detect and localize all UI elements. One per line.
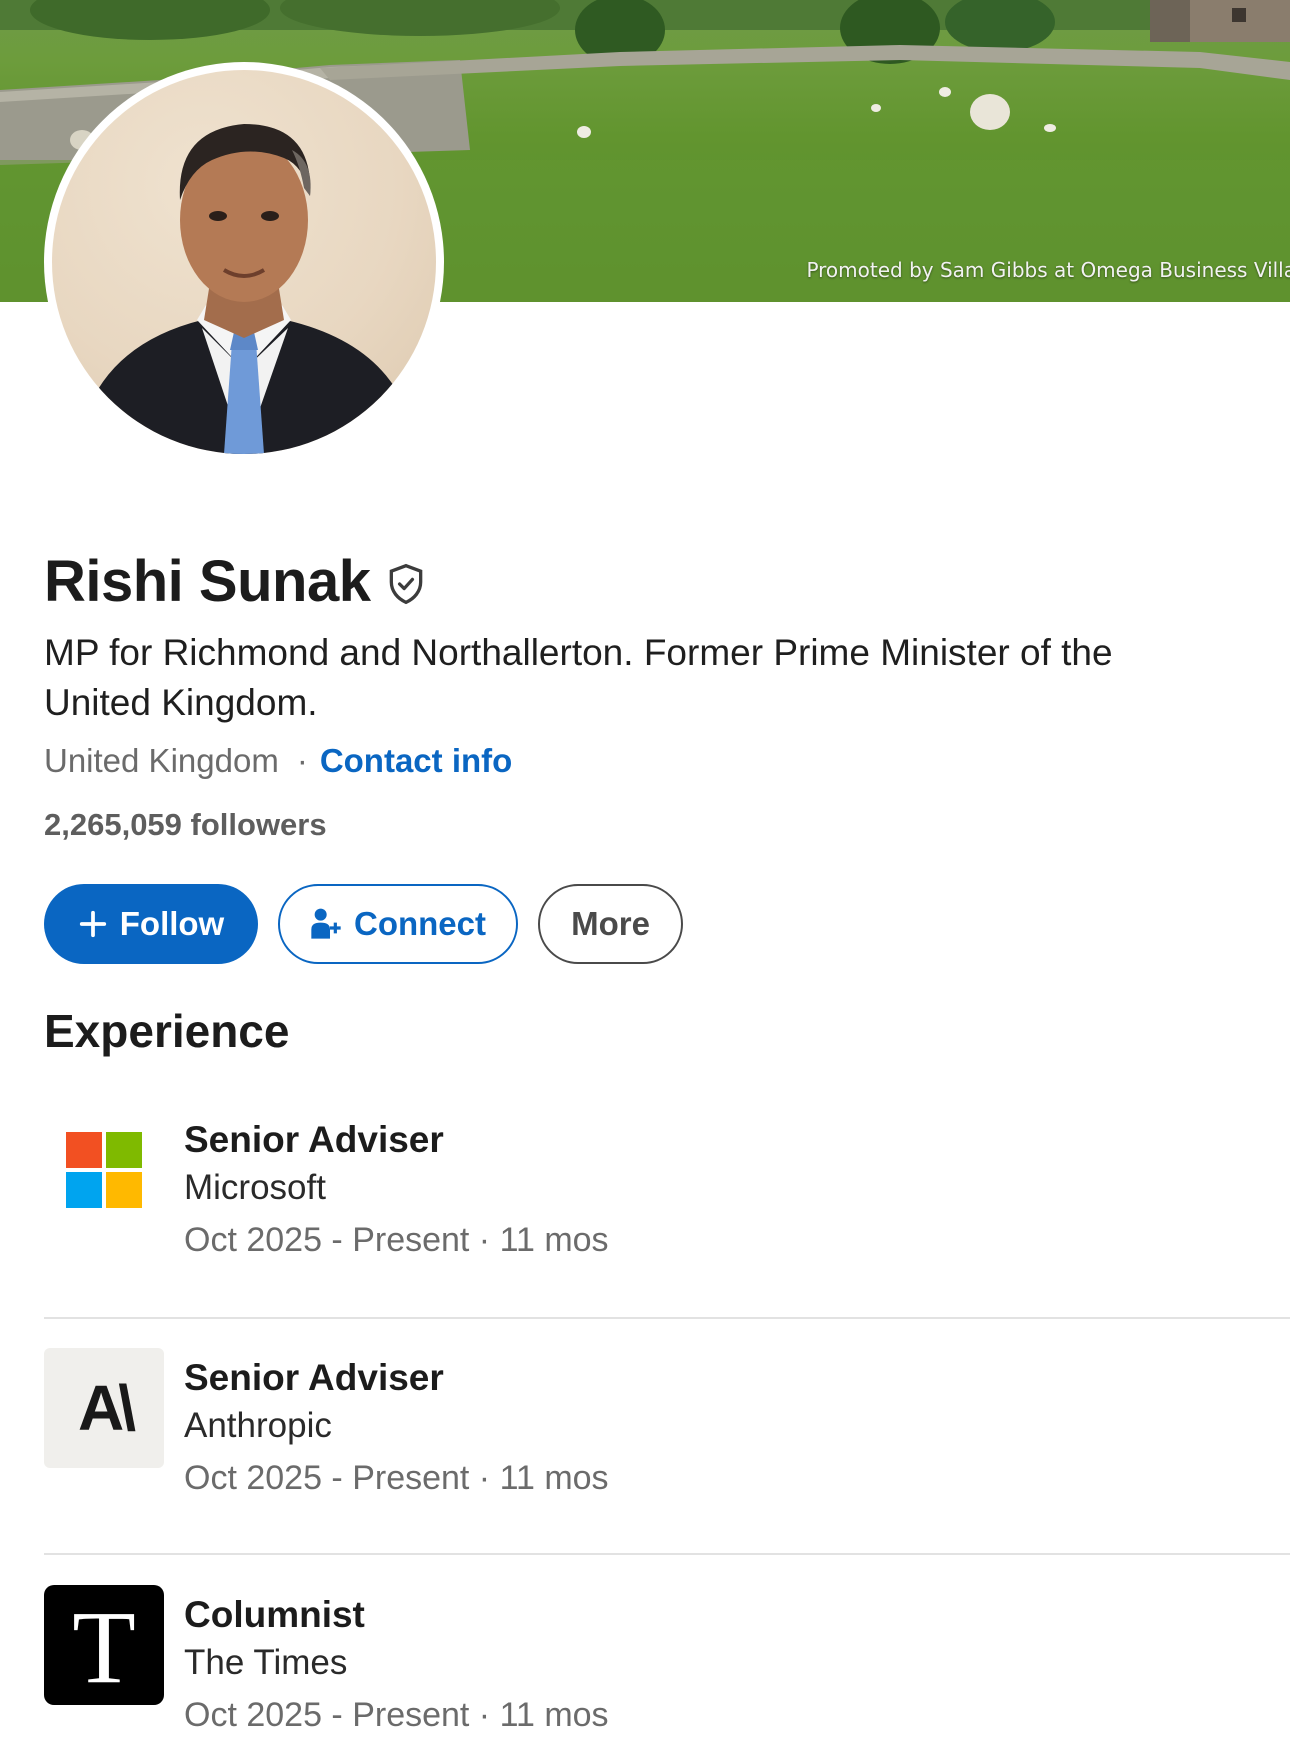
experience-title[interactable]: Columnist [184, 1591, 609, 1639]
experience-dates: Oct 2025 - Present · 11 mos [184, 1696, 609, 1734]
experience-company[interactable]: Anthropic [184, 1402, 609, 1450]
profile-actions: Follow Connect More [44, 884, 683, 964]
follow-button[interactable]: Follow [44, 884, 258, 964]
more-button-label: More [571, 905, 650, 942]
promoted-by-caption: Promoted by Sam Gibbs at Omega Business … [806, 258, 1290, 282]
profile-avatar[interactable] [44, 62, 444, 462]
experience-dates: Oct 2025 - Present · 11 mos [184, 1459, 609, 1497]
experience-divider [44, 1553, 1290, 1555]
experience-company[interactable]: Microsoft [184, 1164, 609, 1212]
experience-title[interactable]: Senior Adviser [184, 1354, 609, 1402]
connect-button-label: Connect [354, 905, 486, 942]
plus-icon [79, 910, 106, 938]
experience-divider [44, 1317, 1290, 1319]
profile-page: Promoted by Sam Gibbs at Omega Business … [0, 0, 1290, 1745]
anthropic-logo[interactable]: A\ [44, 1348, 164, 1468]
profile-name: Rishi Sunak [44, 549, 371, 614]
more-button[interactable]: More [538, 884, 683, 964]
experience-title[interactable]: Senior Adviser [184, 1116, 609, 1164]
the-times-logo[interactable]: T [44, 1585, 164, 1705]
name-row: Rishi Sunak [44, 548, 428, 615]
followers-count[interactable]: 2,265,059 followers [44, 807, 327, 843]
profile-location: United Kingdom [44, 742, 279, 779]
profile-photo [82, 124, 412, 454]
experience-heading: Experience [44, 1005, 290, 1057]
location-separator: · [296, 742, 308, 779]
contact-info-link[interactable]: Contact info [320, 742, 512, 780]
experience-dates: Oct 2025 - Present · 11 mos [184, 1221, 609, 1259]
connect-button[interactable]: Connect [278, 884, 518, 964]
experience-company[interactable]: The Times [184, 1639, 609, 1687]
profile-headline: MP for Richmond and Northallerton. Forme… [44, 632, 1113, 723]
verified-shield-icon[interactable] [384, 562, 428, 606]
follow-button-label: Follow [119, 905, 225, 942]
microsoft-logo[interactable] [44, 1110, 164, 1230]
add-person-icon [311, 908, 341, 939]
location-row: United Kingdom · Contact info [44, 742, 512, 780]
